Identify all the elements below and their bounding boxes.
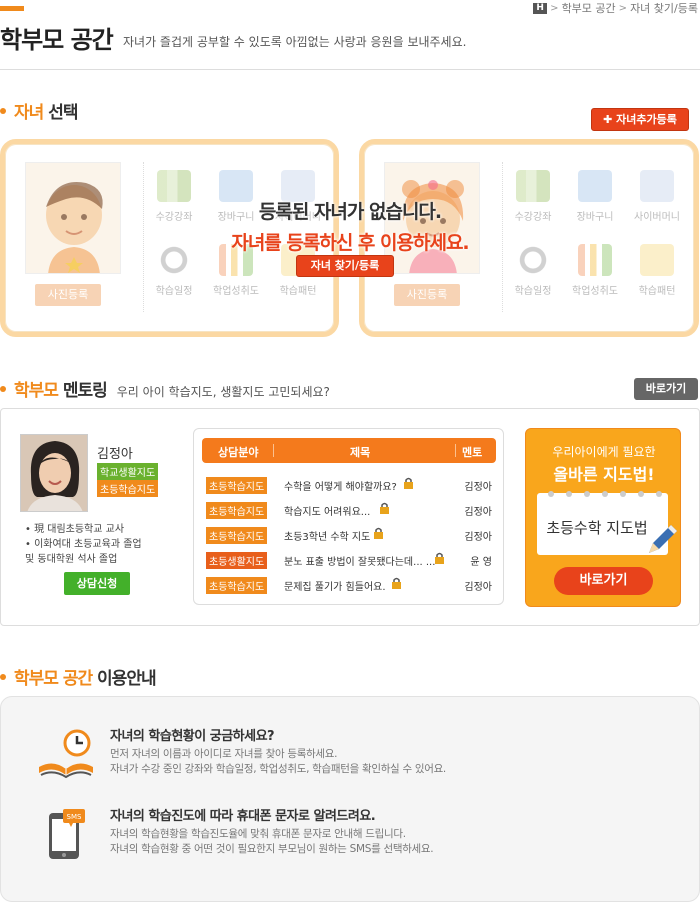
bullet-icon	[0, 385, 6, 392]
mentor-name: 윤 영	[470, 557, 492, 568]
guide-item-title: 자녀의 학습현황이 궁금하세요?	[110, 729, 275, 744]
mentor-name: 김정아	[464, 507, 492, 518]
lock-icon	[380, 502, 389, 514]
section-title-highlight: 자녀	[14, 103, 44, 123]
breadcrumb: H > 학부모 공간 > 자녀 찾기/등록	[533, 0, 698, 16]
lock-icon	[374, 527, 383, 539]
section-title: 선택	[48, 103, 78, 123]
lock-icon	[435, 552, 444, 564]
photo-register-button[interactable]: 사진등록	[35, 284, 101, 306]
child-select-heading: 자녀 선택	[0, 98, 78, 123]
book-clock-icon	[39, 729, 93, 779]
guide-item-desc: 자녀의 학습현황을 학습진도율에 맞춰 휴대폰 문자로 안내해 드립니다. 자녀…	[110, 828, 434, 855]
lock-icon	[404, 477, 413, 489]
guide-item-title: 자녀의 학습진도에 따라 휴대폰 문자로 알려드려요.	[110, 809, 376, 824]
section-title: 멘토링	[62, 381, 108, 401]
section-title-highlight: 학부모	[14, 381, 59, 401]
category-badge: 초등학습지도	[206, 527, 268, 544]
guidance-promo-banner: 우리아이에게 필요한 올바른 지도법! 초등수학 지도법 바로가기	[525, 428, 681, 607]
question-title[interactable]: 문제집 풀기가 힘들어요.	[284, 578, 386, 593]
promo-go-button[interactable]: 바로가기	[554, 567, 653, 595]
category-badge: 초등학습지도	[206, 502, 268, 519]
guide-item-desc: 먼저 자녀의 이름과 아이디로 자녀를 찾아 등록하세요. 자녀가 수강 중인 …	[110, 748, 446, 775]
consultation-table: 상담분야 제목 멘토 초등학습지도 수학을 어떻게 해야할까요? 김정아 초등학…	[193, 428, 504, 605]
find-register-child-button[interactable]: 자녀 찾기/등록	[296, 255, 394, 277]
promo-line1: 우리아이에게 필요한	[552, 445, 656, 459]
category-badge: 초등학습지도	[206, 477, 268, 494]
chevron-right-icon: >	[550, 2, 559, 14]
bullet-icon	[0, 107, 6, 114]
notepad-icon: 초등수학 지도법	[537, 491, 677, 555]
question-title[interactable]: 수학을 어떻게 해야할까요?	[284, 478, 397, 493]
sms-label: SMS	[67, 813, 82, 821]
page-header: 학부모 공간 자녀가 즐겁게 공부할 수 있도록 아낌없는 사랑과 응원을 보내…	[0, 0, 700, 70]
promo-note-text: 초등수학 지도법	[546, 519, 648, 537]
table-row[interactable]: 초등학습지도 초등3학년 수학 지도 김정아	[206, 525, 494, 545]
guide-heading: 학부모 공간 이용안내	[0, 664, 157, 689]
mentor-portrait-icon	[21, 435, 87, 511]
title-decoration	[0, 6, 24, 11]
photo-register-button[interactable]: 사진등록	[394, 284, 460, 306]
chevron-right-icon: >	[618, 2, 628, 14]
mentor-photo	[20, 434, 88, 512]
page-subtitle: 자녀가 즐겁게 공부할 수 있도록 아낌없는 사랑과 응원을 보내주세요.	[123, 35, 467, 49]
page-title: 학부모 공간	[0, 26, 114, 54]
mentor-name: 김정아	[464, 482, 492, 493]
mentoring-panel: 김정아 학교생활지도 초등학습지도 • 現 대림초등학교 교사 • 이화여대 초…	[0, 408, 700, 626]
usage-guide-box: 자녀의 학습현황이 궁금하세요? 먼저 자녀의 이름과 아이디로 자녀를 찾아 …	[0, 696, 700, 902]
table-row[interactable]: 초등학습지도 학습지도 어려워요... 김정아	[206, 500, 494, 520]
mentor-name: 김정아	[464, 532, 492, 543]
breadcrumb-item-current: 자녀 찾기/등록	[630, 2, 698, 15]
mobile-sms-icon: SMS	[49, 809, 85, 859]
question-title[interactable]: 학습지도 어려워요...	[284, 503, 370, 518]
table-row[interactable]: 초등학습지도 수학을 어떻게 해야할까요? 김정아	[206, 475, 494, 495]
add-child-button[interactable]: ✚ 자녀추가등록	[591, 108, 689, 131]
question-title[interactable]: 초등3학년 수학 지도	[284, 528, 370, 543]
mentor-tag: 학교생활지도	[97, 463, 159, 480]
mentor-tag: 초등학습지도	[97, 480, 159, 497]
no-child-message: 등록된 자녀가 없습니다. 자녀를 등록하신 후 이용하세요.	[0, 197, 700, 255]
table-row[interactable]: 초등생활지도 분노 표출 방법이 잘못됐다는데... ... 윤 영	[206, 550, 494, 570]
mentoring-heading: 학부모 멘토링 우리 아이 학습지도, 생활지도 고민되세요?	[0, 376, 330, 401]
breadcrumb-item-parent-space[interactable]: 학부모 공간	[562, 0, 616, 16]
home-icon[interactable]: H	[533, 2, 548, 14]
mentoring-go-button[interactable]: 바로가기	[634, 378, 698, 400]
question-title[interactable]: 분노 표출 방법이 잘못됐다는데... ...	[284, 553, 435, 568]
mentor-name: 김정아	[464, 582, 492, 593]
section-title: 이용안내	[97, 669, 157, 689]
section-description: 우리 아이 학습지도, 생활지도 고민되세요?	[116, 385, 330, 399]
table-header: 상담분야 제목 멘토	[202, 438, 496, 463]
category-badge: 초등학습지도	[206, 577, 268, 594]
category-badge: 초등생활지도	[206, 552, 268, 569]
section-title-highlight: 학부모 공간	[14, 669, 93, 689]
spiral-binding-icon	[548, 491, 662, 497]
no-child-line1: 등록된 자녀가 없습니다.	[258, 201, 442, 223]
mentor-info: • 現 대림초등학교 교사 • 이화여대 초등교육과 졸업 및 동대학원 석사 …	[25, 524, 142, 565]
consult-request-button[interactable]: 상담신청	[64, 572, 130, 595]
lock-icon	[392, 577, 401, 589]
no-child-line2: 자녀를 등록하신 후 이용하세요.	[231, 232, 469, 254]
mentor-name: 김정아	[97, 447, 133, 462]
table-row[interactable]: 초등학습지도 문제집 풀기가 힘들어요. 김정아	[206, 575, 494, 595]
pencil-icon	[649, 525, 677, 553]
promo-line2: 올바른 지도법!	[553, 465, 655, 484]
bullet-icon	[0, 673, 6, 680]
